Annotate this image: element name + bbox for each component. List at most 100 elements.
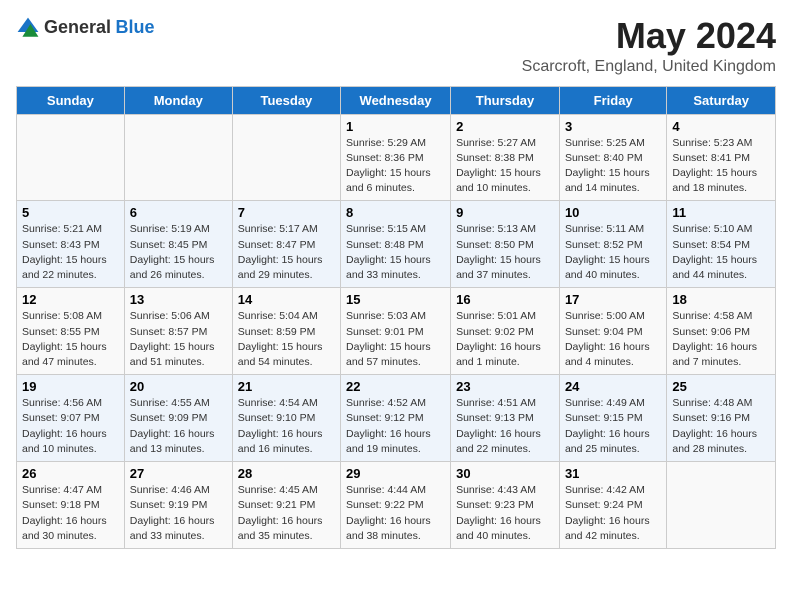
day-number: 26 <box>22 466 119 481</box>
calendar-cell: 19 Sunrise: 4:56 AMSunset: 9:07 PMDayligh… <box>17 375 125 462</box>
calendar-cell <box>17 114 125 201</box>
day-info: Sunrise: 4:46 AMSunset: 9:19 PMDaylight:… <box>130 483 227 544</box>
day-info: Sunrise: 5:25 AMSunset: 8:40 PMDaylight:… <box>565 136 661 197</box>
calendar-cell: 24 Sunrise: 4:49 AMSunset: 9:15 PMDayligh… <box>559 375 666 462</box>
day-number: 28 <box>238 466 335 481</box>
day-info: Sunrise: 5:03 AMSunset: 9:01 PMDaylight:… <box>346 309 445 370</box>
day-info: Sunrise: 4:42 AMSunset: 9:24 PMDaylight:… <box>565 483 661 544</box>
day-number: 25 <box>672 379 770 394</box>
day-number: 30 <box>456 466 554 481</box>
main-title: May 2024 <box>522 16 776 56</box>
day-info: Sunrise: 5:21 AMSunset: 8:43 PMDaylight:… <box>22 222 119 283</box>
day-of-week-header: Wednesday <box>341 86 451 114</box>
day-number: 18 <box>672 292 770 307</box>
calendar-cell: 30 Sunrise: 4:43 AMSunset: 9:23 PMDayligh… <box>451 462 560 549</box>
calendar-week-row: 26 Sunrise: 4:47 AMSunset: 9:18 PMDayligh… <box>17 462 776 549</box>
day-info: Sunrise: 5:17 AMSunset: 8:47 PMDaylight:… <box>238 222 335 283</box>
calendar-week-row: 1Sunrise: 5:29 AMSunset: 8:36 PMDaylight… <box>17 114 776 201</box>
day-number: 4 <box>672 119 770 134</box>
calendar-cell: 21 Sunrise: 4:54 AMSunset: 9:10 PMDayligh… <box>232 375 340 462</box>
calendar-cell <box>232 114 340 201</box>
calendar-cell: 10Sunrise: 5:11 AMSunset: 8:52 PMDayligh… <box>559 201 666 288</box>
calendar-cell: 23 Sunrise: 4:51 AMSunset: 9:13 PMDayligh… <box>451 375 560 462</box>
calendar-cell: 29Sunrise: 4:44 AMSunset: 9:22 PMDayligh… <box>341 462 451 549</box>
day-number: 23 <box>456 379 554 394</box>
calendar-cell: 26 Sunrise: 4:47 AMSunset: 9:18 PMDayligh… <box>17 462 125 549</box>
calendar-cell: 16 Sunrise: 5:01 AMSunset: 9:02 PMDayligh… <box>451 288 560 375</box>
calendar-cell: 15 Sunrise: 5:03 AMSunset: 9:01 PMDayligh… <box>341 288 451 375</box>
calendar-cell: 18 Sunrise: 4:58 AMSunset: 9:06 PMDayligh… <box>667 288 776 375</box>
day-number: 31 <box>565 466 661 481</box>
calendar-cell: 6 Sunrise: 5:19 AMSunset: 8:45 PMDaylight… <box>124 201 232 288</box>
day-number: 21 <box>238 379 335 394</box>
day-info: Sunrise: 4:58 AMSunset: 9:06 PMDaylight:… <box>672 309 770 370</box>
day-info: Sunrise: 4:44 AMSunset: 9:22 PMDaylight:… <box>346 483 445 544</box>
day-number: 14 <box>238 292 335 307</box>
day-info: Sunrise: 5:27 AMSunset: 8:38 PMDaylight:… <box>456 136 554 197</box>
day-number: 1 <box>346 119 445 134</box>
logo-general: General Blue <box>44 18 155 38</box>
day-info: Sunrise: 4:43 AMSunset: 9:23 PMDaylight:… <box>456 483 554 544</box>
day-number: 19 <box>22 379 119 394</box>
calendar-cell: 31 Sunrise: 4:42 AMSunset: 9:24 PMDayligh… <box>559 462 666 549</box>
calendar-table: SundayMondayTuesdayWednesdayThursdayFrid… <box>16 86 776 549</box>
day-info: Sunrise: 4:52 AMSunset: 9:12 PMDaylight:… <box>346 396 445 457</box>
day-info: Sunrise: 4:55 AMSunset: 9:09 PMDaylight:… <box>130 396 227 457</box>
calendar-cell: 28 Sunrise: 4:45 AMSunset: 9:21 PMDayligh… <box>232 462 340 549</box>
calendar-cell: 3Sunrise: 5:25 AMSunset: 8:40 PMDaylight… <box>559 114 666 201</box>
day-number: 20 <box>130 379 227 394</box>
calendar-cell: 1Sunrise: 5:29 AMSunset: 8:36 PMDaylight… <box>341 114 451 201</box>
calendar-cell: 25 Sunrise: 4:48 AMSunset: 9:16 PMDayligh… <box>667 375 776 462</box>
day-info: Sunrise: 4:54 AMSunset: 9:10 PMDaylight:… <box>238 396 335 457</box>
day-info: Sunrise: 5:13 AMSunset: 8:50 PMDaylight:… <box>456 222 554 283</box>
day-info: Sunrise: 5:08 AMSunset: 8:55 PMDaylight:… <box>22 309 119 370</box>
day-info: Sunrise: 4:48 AMSunset: 9:16 PMDaylight:… <box>672 396 770 457</box>
day-info: Sunrise: 5:04 AMSunset: 8:59 PMDaylight:… <box>238 309 335 370</box>
calendar-cell: 4 Sunrise: 5:23 AMSunset: 8:41 PMDaylight… <box>667 114 776 201</box>
day-number: 24 <box>565 379 661 394</box>
calendar-cell: 12 Sunrise: 5:08 AMSunset: 8:55 PMDayligh… <box>17 288 125 375</box>
day-of-week-header: Sunday <box>17 86 125 114</box>
logo-icon <box>16 16 40 40</box>
day-number: 11 <box>672 205 770 220</box>
day-info: Sunrise: 5:00 AMSunset: 9:04 PMDaylight:… <box>565 309 661 370</box>
calendar-cell <box>124 114 232 201</box>
day-of-week-header: Friday <box>559 86 666 114</box>
day-info: Sunrise: 4:56 AMSunset: 9:07 PMDaylight:… <box>22 396 119 457</box>
title-area: May 2024 Scarcroft, England, United King… <box>522 16 776 76</box>
calendar-cell: 20 Sunrise: 4:55 AMSunset: 9:09 PMDayligh… <box>124 375 232 462</box>
calendar-cell: 8Sunrise: 5:15 AMSunset: 8:48 PMDaylight… <box>341 201 451 288</box>
day-number: 22 <box>346 379 445 394</box>
day-info: Sunrise: 4:45 AMSunset: 9:21 PMDaylight:… <box>238 483 335 544</box>
calendar-cell: 13Sunrise: 5:06 AMSunset: 8:57 PMDayligh… <box>124 288 232 375</box>
day-info: Sunrise: 5:01 AMSunset: 9:02 PMDaylight:… <box>456 309 554 370</box>
calendar-cell: 14 Sunrise: 5:04 AMSunset: 8:59 PMDayligh… <box>232 288 340 375</box>
day-info: Sunrise: 4:51 AMSunset: 9:13 PMDaylight:… <box>456 396 554 457</box>
calendar-week-row: 5 Sunrise: 5:21 AMSunset: 8:43 PMDaylight… <box>17 201 776 288</box>
calendar-week-row: 12 Sunrise: 5:08 AMSunset: 8:55 PMDayligh… <box>17 288 776 375</box>
day-info: Sunrise: 4:47 AMSunset: 9:18 PMDaylight:… <box>22 483 119 544</box>
day-of-week-header: Saturday <box>667 86 776 114</box>
calendar-cell <box>667 462 776 549</box>
day-number: 7 <box>238 205 335 220</box>
day-number: 17 <box>565 292 661 307</box>
day-info: Sunrise: 4:49 AMSunset: 9:15 PMDaylight:… <box>565 396 661 457</box>
calendar-cell: 22 Sunrise: 4:52 AMSunset: 9:12 PMDayligh… <box>341 375 451 462</box>
day-number: 6 <box>130 205 227 220</box>
day-number: 8 <box>346 205 445 220</box>
header: General Blue May 2024 Scarcroft, England… <box>16 16 776 76</box>
calendar-cell: 11 Sunrise: 5:10 AMSunset: 8:54 PMDayligh… <box>667 201 776 288</box>
day-info: Sunrise: 5:11 AMSunset: 8:52 PMDaylight:… <box>565 222 661 283</box>
logo: General Blue <box>16 16 155 40</box>
day-number: 16 <box>456 292 554 307</box>
day-number: 5 <box>22 205 119 220</box>
day-info: Sunrise: 5:10 AMSunset: 8:54 PMDaylight:… <box>672 222 770 283</box>
day-number: 27 <box>130 466 227 481</box>
calendar-cell: 27 Sunrise: 4:46 AMSunset: 9:19 PMDayligh… <box>124 462 232 549</box>
day-info: Sunrise: 5:19 AMSunset: 8:45 PMDaylight:… <box>130 222 227 283</box>
calendar-cell: 7 Sunrise: 5:17 AMSunset: 8:47 PMDaylight… <box>232 201 340 288</box>
day-number: 15 <box>346 292 445 307</box>
calendar-cell: 17 Sunrise: 5:00 AMSunset: 9:04 PMDayligh… <box>559 288 666 375</box>
day-info: Sunrise: 5:23 AMSunset: 8:41 PMDaylight:… <box>672 136 770 197</box>
day-number: 12 <box>22 292 119 307</box>
